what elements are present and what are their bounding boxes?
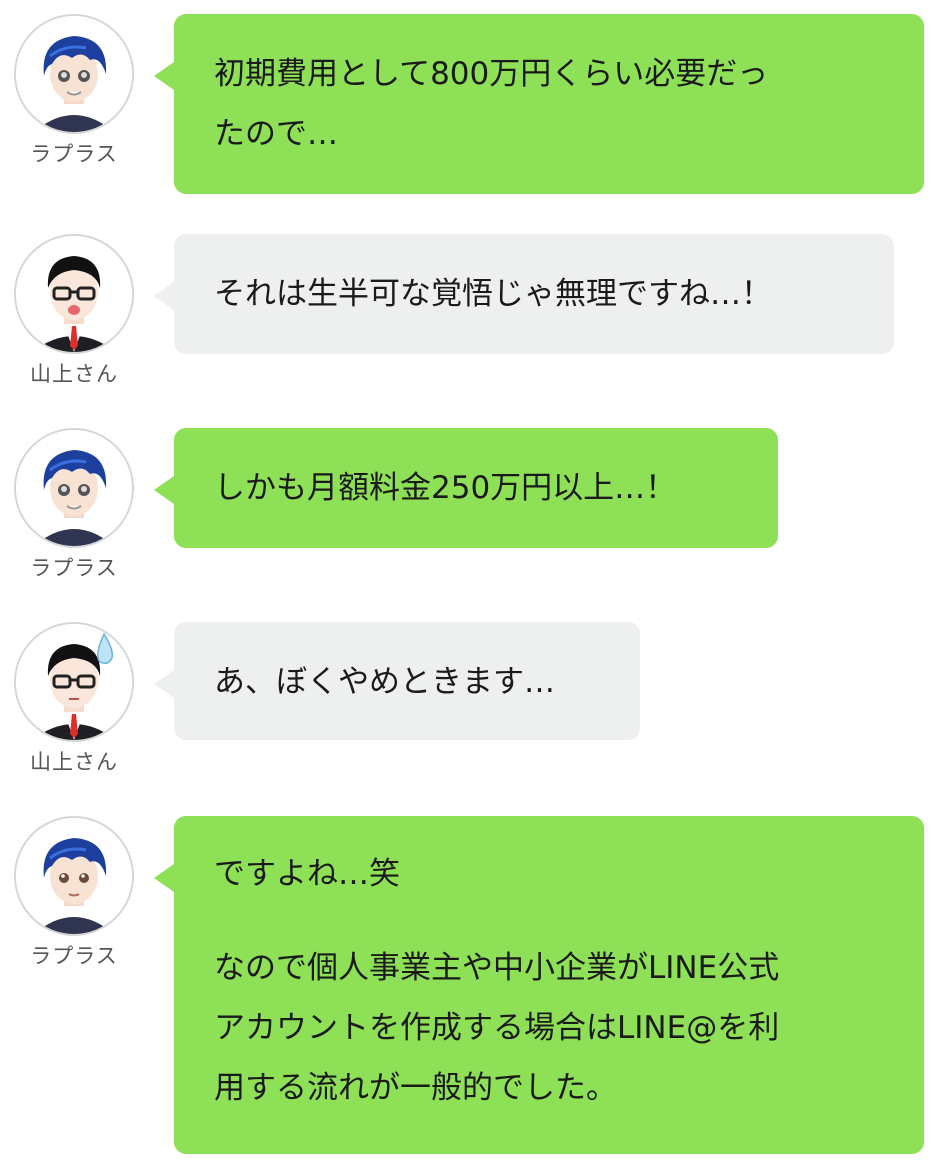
- message-text: なので個人事業主や中小企業がLINE公式: [214, 950, 780, 986]
- bubble-tail: [154, 476, 174, 504]
- message-bubble: しかも月額料金250万円以上…！: [154, 428, 778, 548]
- message-bubble: それは生半可な覚悟じゃ無理ですね…！: [154, 234, 894, 354]
- laplace-avatar[interactable]: [14, 816, 134, 936]
- bubble-tail: [154, 864, 174, 892]
- avatar-column: 山上さん: [14, 234, 134, 388]
- message-text: たので…: [214, 116, 338, 152]
- message-text: しかも月額料金250万円以上…！: [214, 470, 677, 506]
- speaker-name: 山上さん: [30, 362, 118, 386]
- chat-thread: ラプラス 初期費用として800万円くらい必要だっ たので… 山上さん それは生半…: [0, 0, 932, 1174]
- blue-hair-boy-avatar-icon: [16, 16, 132, 132]
- speaker-name: ラプラス: [30, 142, 118, 166]
- bubble-tail: [154, 282, 174, 310]
- avatar-column: ラプラス: [14, 428, 134, 582]
- avatar-column: 山上さん: [14, 622, 134, 776]
- speaker-name: ラプラス: [30, 556, 118, 580]
- message-text: 用する流れが一般的でした。: [214, 1070, 617, 1106]
- message-text: アカウントを作成する場合はLINE@を利: [214, 1010, 780, 1046]
- yamagami-avatar[interactable]: [14, 234, 134, 354]
- message-text: それは生半可な覚悟じゃ無理ですね…！: [214, 276, 772, 312]
- speaker-name: 山上さん: [30, 750, 118, 774]
- bubble-tail: [154, 670, 174, 698]
- message-text: ですよね…笑: [214, 856, 400, 892]
- bubble-tail: [154, 62, 174, 90]
- glasses-man-avatar-icon: [16, 236, 132, 352]
- laplace-avatar[interactable]: [14, 428, 134, 548]
- speaker-name: ラプラス: [30, 944, 118, 968]
- yamagami-avatar[interactable]: [14, 622, 134, 742]
- message-bubble: ですよね…笑 なので個人事業主や中小企業がLINE公式 アカウントを作成する場合…: [154, 816, 924, 1154]
- laplace-avatar[interactable]: [14, 14, 134, 134]
- blue-hair-boy-avatar-icon: [16, 430, 132, 546]
- message-text: あ、ぼくやめときます…: [214, 664, 555, 700]
- blue-hair-boy-smile-avatar-icon: [16, 818, 132, 934]
- avatar-column: ラプラス: [14, 14, 134, 168]
- message-bubble: あ、ぼくやめときます…: [154, 622, 640, 740]
- glasses-man-sweat-avatar-icon: [16, 624, 132, 740]
- avatar-column: ラプラス: [14, 816, 134, 970]
- message-text: 初期費用として800万円くらい必要だっ: [214, 56, 769, 92]
- message-bubble: 初期費用として800万円くらい必要だっ たので…: [154, 14, 924, 194]
